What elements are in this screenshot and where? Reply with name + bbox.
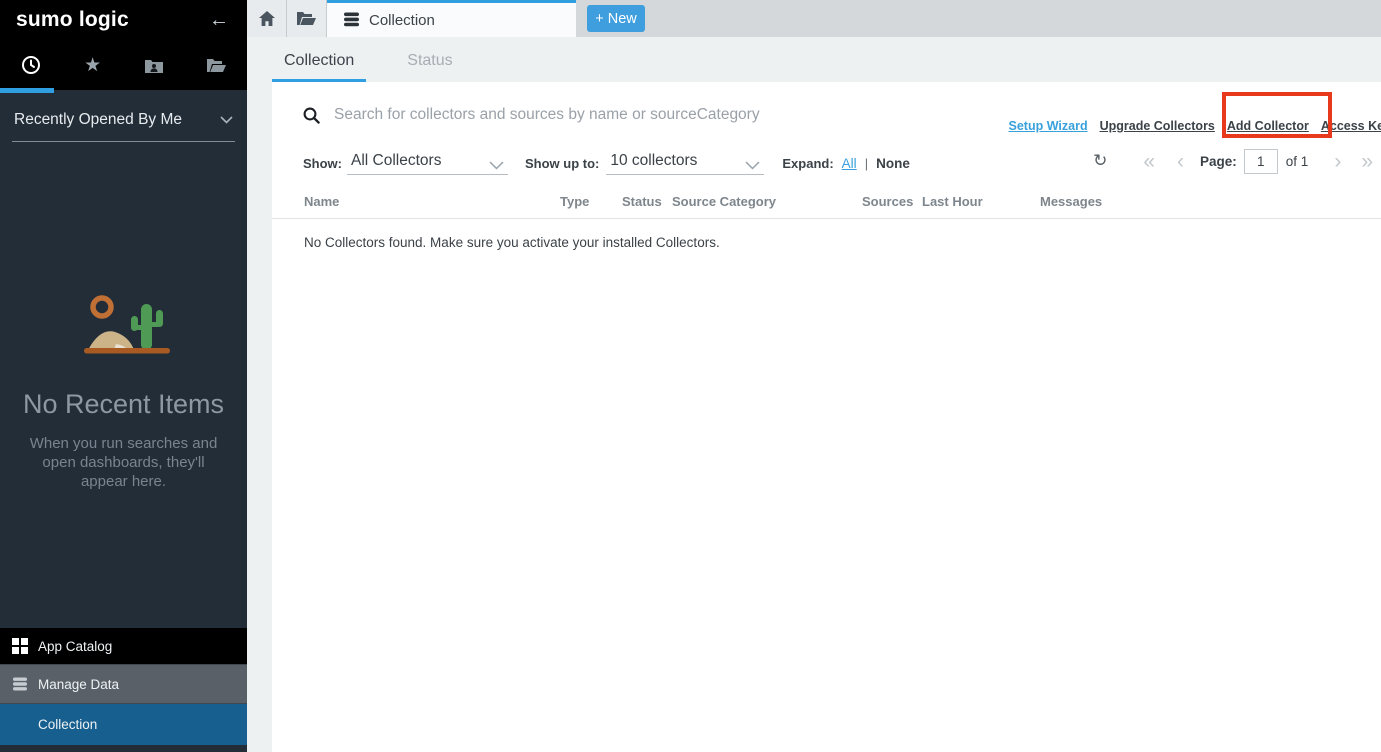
expand-label: Expand: bbox=[782, 156, 833, 171]
star-icon: ★ bbox=[84, 54, 101, 77]
limit-dropdown-value: 10 collectors bbox=[610, 152, 697, 170]
show-up-to-label: Show up to: bbox=[525, 156, 599, 171]
subtab-bar: Collection Status bbox=[247, 37, 1381, 82]
expand-none-link[interactable]: None bbox=[876, 156, 910, 171]
pagination: ↻ « ‹ Page: of 1 › » bbox=[1093, 145, 1373, 177]
recently-opened-selector[interactable]: Recently Opened By Me bbox=[12, 90, 235, 142]
first-page-icon[interactable]: « bbox=[1143, 151, 1155, 172]
column-header-name[interactable]: Name bbox=[304, 194, 560, 209]
column-header-type[interactable]: Type bbox=[560, 194, 622, 209]
last-page-icon[interactable]: » bbox=[1361, 151, 1373, 172]
sidebar: sumo logic ← ★ Recently Opened By Me bbox=[0, 0, 247, 752]
sidebar-item-collection[interactable]: Collection bbox=[0, 704, 247, 745]
chevron-down-icon bbox=[489, 161, 504, 170]
no-recent-items-title: No Recent Items bbox=[0, 389, 247, 420]
chevron-down-icon bbox=[220, 116, 233, 124]
collection-panel: Setup Wizard Upgrade Collectors Add Coll… bbox=[272, 82, 1381, 752]
document-tab-label: Collection bbox=[369, 12, 435, 29]
collection-document-tab[interactable]: Collection bbox=[327, 0, 576, 37]
separator: | bbox=[865, 156, 868, 171]
sidebar-header: sumo logic ← bbox=[0, 0, 247, 40]
toolbar-links: Setup Wizard Upgrade Collectors Add Coll… bbox=[1009, 119, 1381, 133]
database-icon bbox=[12, 677, 38, 692]
favorites-tab[interactable]: ★ bbox=[62, 40, 124, 90]
page-label: Page: bbox=[1200, 154, 1237, 169]
add-collector-link[interactable]: Add Collector bbox=[1227, 119, 1309, 133]
upgrade-collectors-link[interactable]: Upgrade Collectors bbox=[1100, 119, 1215, 133]
database-icon bbox=[343, 12, 360, 28]
refresh-icon[interactable]: ↻ bbox=[1093, 151, 1107, 171]
show-dropdown[interactable]: All Collectors bbox=[347, 152, 508, 175]
clock-icon bbox=[21, 55, 41, 75]
search-row: Setup Wizard Upgrade Collectors Add Coll… bbox=[272, 95, 1381, 135]
tab-status[interactable]: Status bbox=[395, 37, 464, 82]
sidebar-item-manage-data[interactable]: Manage Data bbox=[0, 664, 247, 704]
tab-collection[interactable]: Collection bbox=[272, 37, 366, 82]
library-tab[interactable] bbox=[185, 40, 247, 90]
sidebar-icon-tabs: ★ bbox=[0, 40, 247, 90]
shared-content-tab[interactable] bbox=[124, 40, 186, 90]
sidebar-item-label: App Catalog bbox=[38, 639, 112, 654]
column-header-status[interactable]: Status bbox=[622, 194, 672, 209]
column-header-messages[interactable]: Messages bbox=[1040, 194, 1381, 209]
home-icon bbox=[259, 11, 275, 26]
main-area: Collection + New Collection Status Setup… bbox=[247, 0, 1381, 752]
no-recent-items-description: When you run searches and open dashboard… bbox=[18, 434, 230, 491]
folder-icon bbox=[297, 11, 316, 26]
shared-folder-icon bbox=[145, 58, 163, 73]
search-icon bbox=[303, 107, 320, 124]
sidebar-item-label: Collection bbox=[38, 717, 97, 732]
new-button[interactable]: + New bbox=[587, 5, 645, 32]
column-header-last-hour[interactable]: Last Hour bbox=[922, 194, 1040, 209]
empty-collectors-message: No Collectors found. Make sure you activ… bbox=[272, 235, 1381, 250]
sumo-logic-logo: sumo logic bbox=[16, 8, 129, 32]
sidebar-empty-state: No Recent Items When you run searches an… bbox=[0, 292, 247, 491]
prev-page-icon[interactable]: ‹ bbox=[1177, 151, 1184, 172]
grid-icon bbox=[12, 638, 38, 654]
next-page-icon[interactable]: › bbox=[1334, 151, 1341, 172]
top-tab-bar: Collection + New bbox=[247, 0, 1381, 37]
sidebar-item-app-catalog[interactable]: App Catalog bbox=[0, 628, 247, 664]
desert-cactus-illustration bbox=[78, 292, 170, 362]
expand-all-link[interactable]: All bbox=[842, 156, 857, 171]
search-input[interactable] bbox=[334, 106, 894, 124]
show-label: Show: bbox=[303, 156, 342, 171]
library-button[interactable] bbox=[287, 0, 327, 37]
show-dropdown-value: All Collectors bbox=[351, 152, 441, 170]
column-header-sources[interactable]: Sources bbox=[862, 194, 922, 209]
recently-opened-label: Recently Opened By Me bbox=[14, 111, 182, 129]
open-folder-icon bbox=[207, 58, 226, 73]
sidebar-item-label: Manage Data bbox=[38, 677, 119, 692]
chevron-down-icon bbox=[745, 161, 760, 170]
access-keys-link[interactable]: Access Keys bbox=[1321, 119, 1381, 133]
collapse-sidebar-icon[interactable]: ← bbox=[209, 10, 229, 30]
recent-tab[interactable] bbox=[0, 40, 62, 90]
page-count-label: of 1 bbox=[1286, 154, 1309, 169]
sidebar-bottom-menu: App Catalog Manage Data Collection bbox=[0, 628, 247, 752]
setup-wizard-link[interactable]: Setup Wizard bbox=[1009, 119, 1088, 133]
collectors-table-header: Name Type Status Source Category Sources… bbox=[272, 194, 1381, 219]
column-header-source-category[interactable]: Source Category bbox=[672, 194, 862, 209]
page-number-input[interactable] bbox=[1244, 149, 1278, 174]
expand-controls: Expand: All | None bbox=[782, 156, 909, 171]
limit-dropdown[interactable]: 10 collectors bbox=[606, 152, 764, 175]
home-button[interactable] bbox=[247, 0, 287, 37]
